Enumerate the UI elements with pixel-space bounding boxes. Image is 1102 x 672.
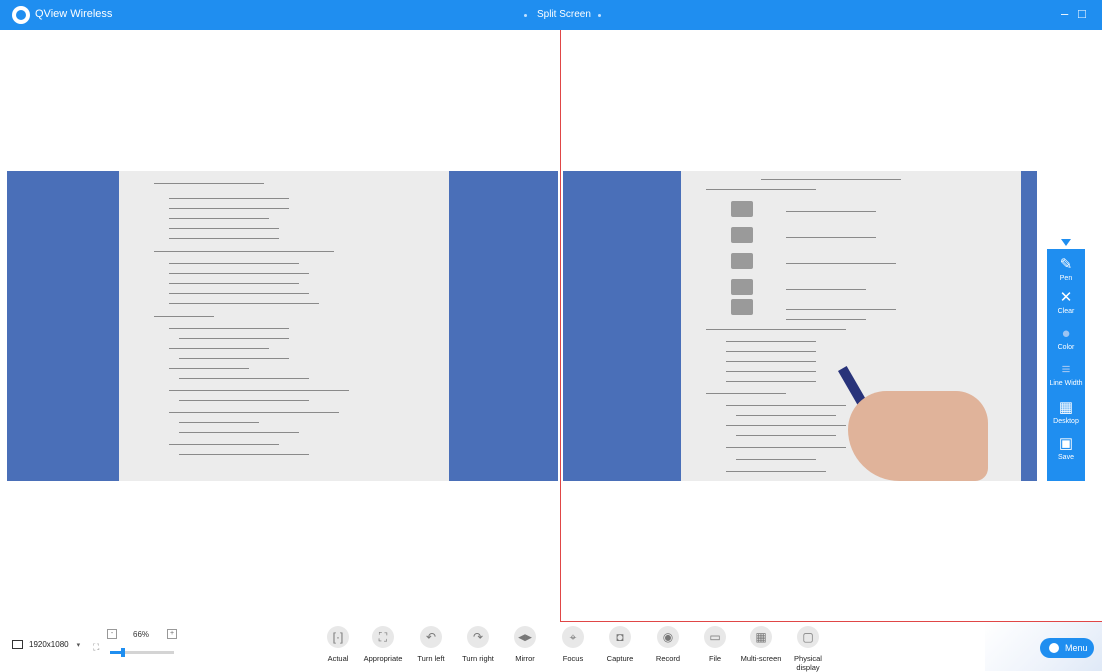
resolution-value: 1920x1080 (29, 640, 69, 649)
line-width-button[interactable]: ≡ Line Width (1047, 361, 1085, 388)
zoom-slider-knob[interactable] (120, 648, 125, 657)
appropriate-button[interactable]: ⛶ Appropriate (358, 626, 408, 663)
annotation-toolbar: ✎ Pen ✕ Clear ● Color ≡ Line Width ▦ Desktop … (1047, 237, 1085, 481)
pen-tool-button[interactable]: ✎ Pen (1047, 256, 1085, 283)
monitor-icon (12, 640, 23, 650)
turn-left-button[interactable]: ↶ Turn left (406, 626, 456, 663)
title-bar: QView Wireless Split Screen – □ (0, 0, 1102, 30)
left-camera-pane[interactable] (7, 171, 558, 481)
maximize-button[interactable]: □ (1078, 6, 1086, 21)
actual-button[interactable]: [·] Actual (313, 626, 363, 663)
record-icon: ◉ (657, 626, 679, 648)
grid-icon: ▦ (750, 626, 772, 648)
zoom-out-button[interactable]: - (107, 629, 117, 639)
rotate-right-icon: ↷ (467, 626, 489, 648)
menu-button[interactable]: Menu (1040, 638, 1094, 658)
chevron-down-icon: ▾ (76, 642, 81, 649)
focus-icon: ⌖ (562, 626, 584, 648)
pen-icon: ✎ (1059, 256, 1073, 273)
save-icon: ▣ (1058, 435, 1074, 452)
right-camera-pane[interactable] (563, 171, 1037, 481)
file-button[interactable]: ▭ File (690, 626, 740, 663)
capture-button[interactable]: ◘ Capture (595, 626, 645, 663)
mirror-icon: ◀▶ (514, 626, 536, 648)
resolution-select[interactable]: 1920x1080 ▾ (12, 640, 81, 650)
multi-screen-button[interactable]: ▦ Multi-screen (736, 626, 786, 663)
split-divider[interactable] (560, 30, 561, 622)
clear-button[interactable]: ✕ Clear (1047, 289, 1085, 316)
folder-icon: ▭ (704, 626, 726, 648)
focus-button[interactable]: ⌖ Focus (548, 626, 598, 663)
desktop-icon: ▦ (1058, 399, 1074, 416)
zoom-level: 66% (133, 630, 150, 639)
collapse-toolbar-button[interactable] (1047, 237, 1085, 249)
actual-size-icon: [·] (327, 626, 349, 648)
save-button[interactable]: ▣ Save (1047, 435, 1085, 462)
app-title: QView Wireless (35, 8, 113, 20)
palette-icon: ● (1061, 325, 1071, 342)
worksheet-image (119, 171, 449, 481)
turn-right-button[interactable]: ↷ Turn right (453, 626, 503, 663)
rotate-left-icon: ↶ (420, 626, 442, 648)
desktop-button[interactable]: ▦ Desktop (1047, 399, 1085, 426)
minimize-button[interactable]: – (1061, 6, 1068, 21)
zoom-slider[interactable] (110, 648, 174, 657)
fullscreen-icon[interactable]: ⛶ (93, 642, 99, 653)
hand-image (848, 391, 988, 481)
app-logo-icon (12, 6, 30, 24)
physical-display-button[interactable]: ▢ Physical display (783, 626, 833, 672)
mirror-button[interactable]: ◀▶ Mirror (500, 626, 550, 663)
display-icon: ▢ (797, 626, 819, 648)
line-width-icon: ≡ (1061, 361, 1071, 378)
color-button[interactable]: ● Color (1047, 325, 1085, 352)
menu-icon (1049, 643, 1059, 653)
camera-icon: ◘ (609, 626, 631, 648)
close-icon: ✕ (1059, 289, 1073, 306)
zoom-in-button[interactable]: + (167, 629, 177, 639)
split-screen-mode-label[interactable]: Split Screen (537, 9, 591, 20)
record-button[interactable]: ◉ Record (643, 626, 693, 663)
mode-dot-icon (598, 14, 601, 17)
mode-dot-icon (524, 14, 527, 17)
fit-screen-icon: ⛶ (372, 626, 394, 648)
